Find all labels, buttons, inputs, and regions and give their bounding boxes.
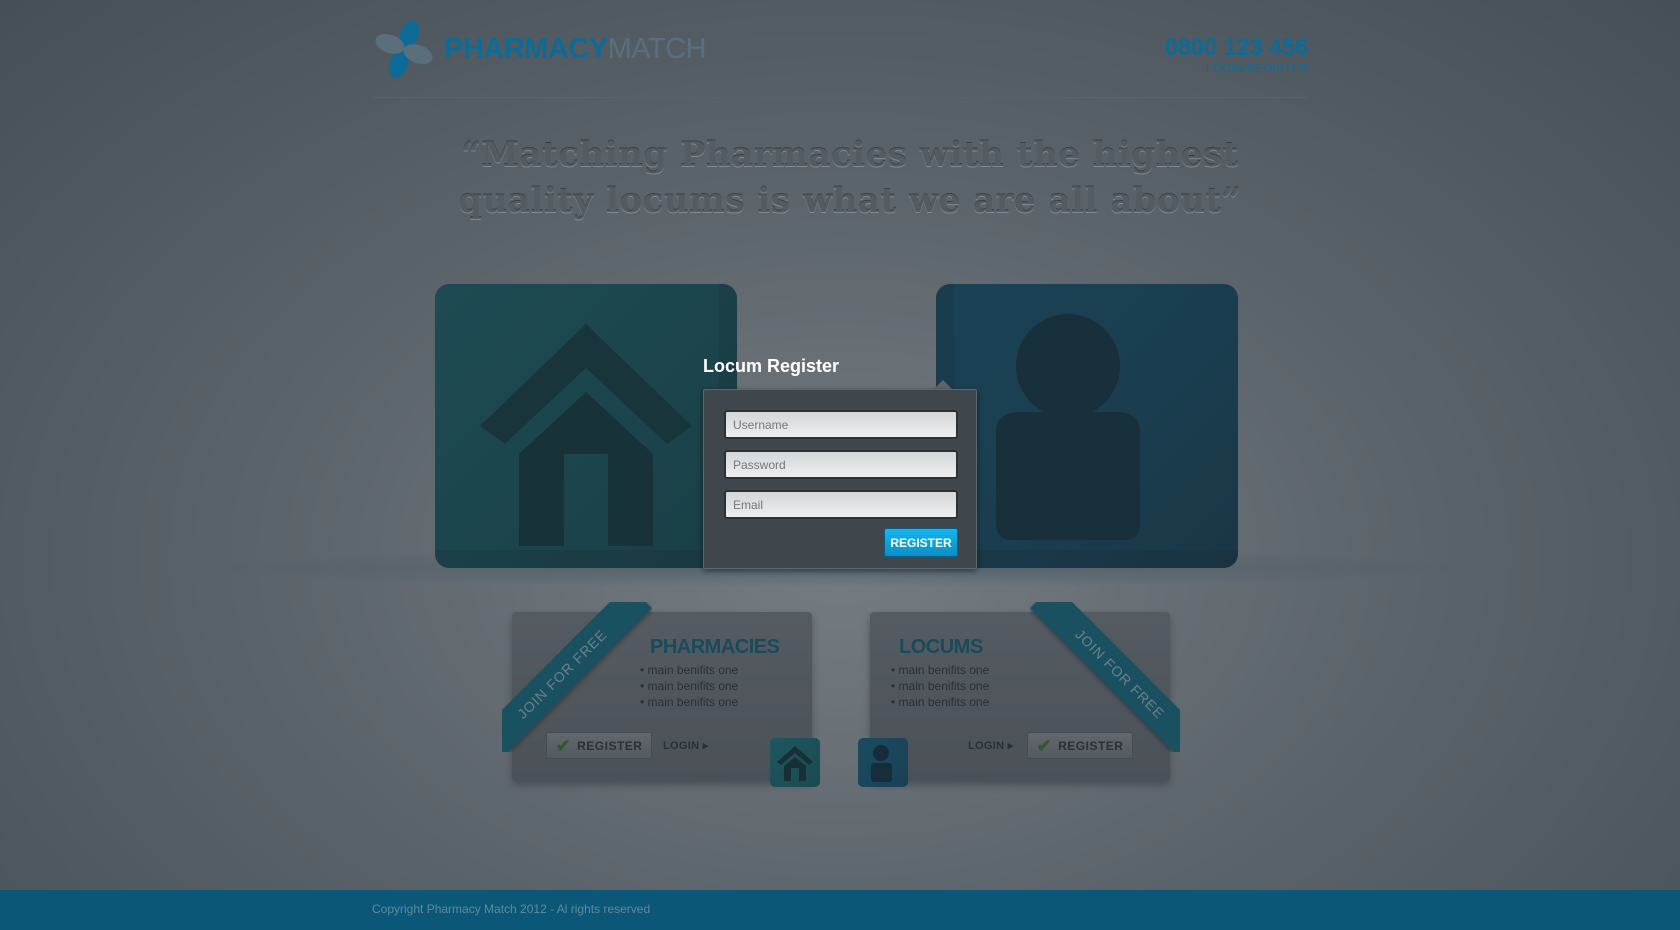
home-cube-icon xyxy=(435,284,737,568)
username-input[interactable] xyxy=(724,410,958,439)
pharmacies-login-link[interactable]: LOGIN ▸ xyxy=(663,739,709,752)
locums-card: JOIN FOR FREE LOCUMS • main benifits one… xyxy=(870,602,1180,781)
register-panel: REGISTER xyxy=(703,389,977,569)
home-mini-icon xyxy=(770,738,820,787)
tagline: “Matching Pharmacies with the highest qu… xyxy=(458,135,1242,221)
list-item: • main benifits one xyxy=(640,679,739,693)
locums-benefits: • main benifits one • main benifits one … xyxy=(891,662,989,710)
login-register-link[interactable]: LOGIN/REGISTER xyxy=(1206,61,1308,75)
person-cube-icon xyxy=(936,284,1238,568)
list-item: • main benifits one xyxy=(891,695,990,709)
list-item: • main benifits one xyxy=(891,663,990,677)
logo[interactable]: PHARMACYMATCH xyxy=(372,18,707,80)
register-button[interactable]: REGISTER xyxy=(884,528,958,557)
person-mini-icon xyxy=(858,738,908,787)
locums-title: LOCUMS xyxy=(899,636,983,658)
password-input[interactable] xyxy=(724,450,958,479)
pharmacies-register-button[interactable]: ✔ REGISTER xyxy=(546,732,652,759)
list-item: • main benifits one xyxy=(640,663,739,677)
join-ribbon: JOIN FOR FREE xyxy=(1030,602,1180,752)
check-icon: ✔ xyxy=(1036,735,1053,756)
logo-text-strong: PHARMACY xyxy=(444,32,608,65)
flower-icon xyxy=(375,20,433,78)
pharmacies-benefits: • main benifits one • main benifits one … xyxy=(640,662,738,710)
list-item: • main benifits one xyxy=(640,695,739,709)
locums-register-button[interactable]: ✔ REGISTER xyxy=(1027,732,1133,759)
copyright: Copyright Pharmacy Match 2012 - Al right… xyxy=(372,902,651,916)
list-item: • main benifits one xyxy=(891,679,990,693)
locums-login-link[interactable]: LOGIN ▸ xyxy=(968,739,1014,752)
pharmacies-title: PHARMACIES xyxy=(650,636,780,658)
join-ribbon: JOIN FOR FREE xyxy=(502,602,652,752)
logo-text-light: MATCH xyxy=(607,32,707,65)
check-icon: ✔ xyxy=(555,735,572,756)
register-title: Locum Register xyxy=(703,356,840,376)
footer: Copyright Pharmacy Match 2012 - Al right… xyxy=(0,890,1680,930)
email-input[interactable] xyxy=(724,490,958,519)
pharmacies-card: JOIN FOR FREE PHARMACIES • main benifits… xyxy=(502,602,812,781)
site-header: PHARMACYMATCH 0800 123 456 LOGIN/REGISTE… xyxy=(372,14,1308,98)
phone-number: 0800 123 456 xyxy=(1164,34,1309,61)
